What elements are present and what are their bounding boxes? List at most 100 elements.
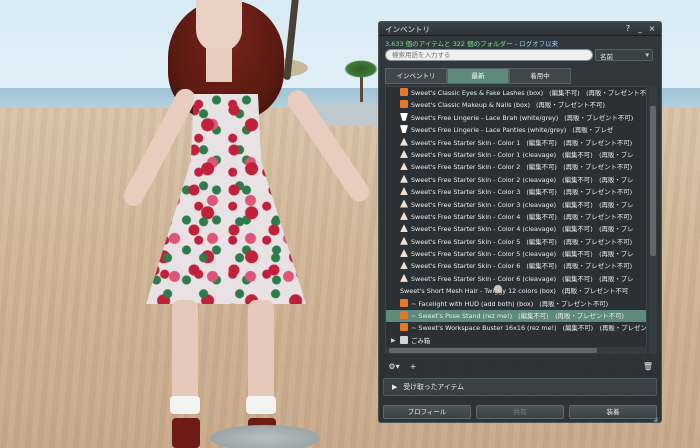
inventory-item-row[interactable]: Sweet's Free Starter Skin - Color 4 (編集不可… [386, 211, 646, 223]
item-permissions: (編集不可) (再販・プレゼント不可) [526, 262, 633, 271]
clothing-icon [400, 112, 408, 121]
item-name: Sweet's Short Mesh Hair - Twiggy 12 colo… [400, 287, 556, 296]
gear-icon[interactable]: ⚙▾ [385, 360, 403, 374]
avatar[interactable] [60, 0, 380, 448]
item-name: Sweet's Free Starter Skin - Color 1 [411, 138, 521, 147]
bodypart-icon [400, 199, 408, 208]
received-items-panel[interactable]: ▶ 受け取ったアイテム [383, 378, 657, 396]
item-name: Sweet's Free Lingerie - Lace Brah (white… [411, 113, 559, 122]
sort-dropdown[interactable]: 名前 ▾ [595, 49, 653, 61]
resize-handle-icon[interactable]: ◢ [653, 416, 661, 424]
since-logoff-link[interactable]: - ログオフ以来 [515, 40, 558, 48]
bodypart-icon [400, 137, 408, 146]
inventory-item-row[interactable]: Sweet's Free Starter Skin - Color 5 (cle… [386, 248, 646, 260]
tab-worn[interactable]: 着用中 [509, 68, 571, 84]
sort-dropdown-value: 名前 [600, 53, 613, 61]
horizontal-scrollbar[interactable] [385, 347, 647, 354]
item-name: Sweet's Free Starter Skin - Color 4 (cle… [411, 225, 557, 234]
item-permissions: (編集不可) (再販・プレ [562, 225, 634, 234]
inventory-item-row[interactable]: Sweet's Free Starter Skin - Color 2 (cle… [386, 174, 646, 186]
item-permissions: (編集不可) (再販・プレ [562, 250, 634, 259]
bottom-buttons: プロフィール 共有 装着 [383, 405, 657, 419]
item-permissions: (再販・プレゼ [572, 126, 614, 135]
tab-inventory[interactable]: インベントリ [385, 68, 447, 84]
item-permissions: (編集不可) (再販・プレ [562, 200, 634, 209]
item-permissions: (編集不可) (再販・プレゼント不可) [526, 212, 633, 221]
avatar-legs [168, 300, 278, 448]
inventory-item-row[interactable]: ~ Sweet's Workspace Buster 16x16 (rez me… [386, 322, 646, 334]
help-button[interactable]: ? [623, 23, 633, 34]
item-name: ~ Facelight with HUD (add both) (box) [411, 299, 534, 308]
inventory-item-row[interactable]: Sweet's Free Starter Skin - Color 4 (cle… [386, 223, 646, 235]
inventory-item-row[interactable]: Sweet's Free Starter Skin - Color 1 (編集不可… [386, 137, 646, 149]
pose-stand[interactable] [210, 425, 320, 448]
item-name: Sweet's Free Starter Skin - Color 3 (cle… [411, 200, 557, 209]
inventory-item-row[interactable]: Sweet's Free Lingerie - Lace Brah (white… [386, 112, 646, 124]
inventory-item-list: Sweet's Classic Eyes & Fake Lashes (box)… [385, 86, 647, 354]
inventory-item-row[interactable]: Sweet's Free Lingerie - Lace Panties (wh… [386, 124, 646, 136]
inventory-item-row[interactable]: Sweet's Free Starter Skin - Color 1 (cle… [386, 149, 646, 161]
bodypart-icon [400, 261, 408, 270]
item-permissions: (編集不可) (再販・プレゼント不可) [518, 312, 624, 321]
inventory-toolbar: ⚙▾ + 🗑 [385, 360, 657, 374]
item-name: Sweet's Classic Eyes & Fake Lashes (box) [411, 89, 544, 97]
inventory-item-row[interactable]: Sweet's Classic Makeup & Nails (box) (再販・… [386, 99, 646, 111]
item-permissions: (編集不可) (再販・プレ [562, 274, 634, 283]
inventory-item-row[interactable]: Sweet's Free Starter Skin - Color 3 (cle… [386, 199, 646, 211]
search-input[interactable] [385, 49, 593, 61]
item-permissions: (編集不可) (再販・プレゼント不可) [526, 163, 633, 172]
close-button[interactable]: × [647, 23, 657, 34]
item-name: Sweet's Free Starter Skin - Color 6 (cle… [411, 274, 557, 283]
wear-button[interactable]: 装着 [569, 405, 657, 419]
trash-icon[interactable]: 🗑 [641, 360, 655, 374]
profile-button[interactable]: プロフィール [383, 405, 471, 419]
item-permissions: (編集不可) (再販・プレゼント不可) [549, 89, 646, 97]
item-name: ~ Sweet's Workspace Buster 16x16 (rez me… [411, 324, 557, 333]
inventory-item-row[interactable]: ~ Facelight with HUD (add both) (box) (再販… [386, 298, 646, 310]
inventory-item-row[interactable]: Sweet's Free Starter Skin - Color 2 (編集不可… [386, 161, 646, 173]
vertical-scrollbar[interactable] [649, 86, 657, 354]
inventory-window: インベントリ ? _ × 3,633 個のアイテムと 322 個のフォルダー -… [378, 21, 662, 423]
bodypart-icon [400, 273, 408, 282]
minimize-button[interactable]: _ [635, 23, 645, 34]
expand-arrow-icon[interactable]: ▶ [391, 335, 396, 347]
inventory-item-row[interactable]: Sweet's Short Mesh Hair - Twiggy 12 colo… [386, 285, 646, 297]
window-title: インベントリ [385, 25, 430, 34]
item-permissions: (再販・プレゼント不可) [536, 101, 605, 110]
item-name: Sweet's Free Starter Skin - Color 2 [411, 163, 521, 172]
inventory-item-row[interactable]: Sweet's Classic Eyes & Fake Lashes (box)… [386, 87, 646, 99]
bodypart-icon [400, 236, 408, 245]
tab-recent[interactable]: 最新 [447, 68, 509, 84]
inventory-item-row[interactable]: Sweet's Free Starter Skin - Color 5 (編集不可… [386, 236, 646, 248]
item-count-text: 3,633 個のアイテムと 322 個のフォルダー [385, 40, 513, 48]
item-permissions: (編集不可) (再販・プレゼント不可) [526, 188, 633, 197]
item-permissions: (編集不可) (再販・プレ [562, 150, 634, 159]
item-name: Sweet's Free Starter Skin - Color 6 [411, 262, 521, 271]
item-name: Sweet's Free Starter Skin - Color 4 [411, 212, 521, 221]
inventory-item-row[interactable]: Sweet's Free Starter Skin - Color 6 (cle… [386, 273, 646, 285]
item-permissions: (編集不可) (再販・プレゼント不可) [562, 324, 646, 333]
clothing-icon [400, 125, 408, 134]
add-icon[interactable]: + [407, 360, 419, 374]
inventory-item-row[interactable]: Sweet's Free Starter Skin - Color 6 (編集不可… [386, 260, 646, 272]
item-name: Sweet's Free Starter Skin - Color 1 (cle… [411, 150, 557, 159]
box-icon [400, 311, 408, 320]
bodypart-icon [400, 211, 408, 220]
bodypart-icon [400, 162, 408, 171]
received-items-label: 受け取ったアイテム [403, 383, 464, 391]
item-name: Sweet's Free Starter Skin - Color 5 [411, 237, 521, 246]
item-name: ~ Sweet's Pose Stand (rez me!) [411, 312, 513, 321]
bodypart-icon [400, 224, 408, 233]
window-titlebar[interactable]: インベントリ ? _ × [379, 22, 661, 36]
box-icon [400, 323, 408, 332]
item-permissions: (再販・プレゼント不可) [539, 299, 609, 308]
inventory-item-row[interactable]: ~ Sweet's Pose Stand (rez me!) (編集不可) (再販… [386, 310, 646, 323]
box-icon [400, 100, 408, 109]
item-name: Sweet's Free Starter Skin - Color 5 (cle… [411, 250, 557, 259]
bodypart-icon [400, 149, 408, 158]
chevron-down-icon: ▾ [645, 51, 649, 59]
inventory-item-row[interactable]: Sweet's Free Starter Skin - Color 3 (編集不可… [386, 186, 646, 198]
inventory-tabs: インベントリ 最新 着用中 [385, 68, 571, 84]
share-button[interactable]: 共有 [476, 405, 564, 419]
folder-row[interactable]: ▶ ごみ箱 [386, 335, 646, 347]
